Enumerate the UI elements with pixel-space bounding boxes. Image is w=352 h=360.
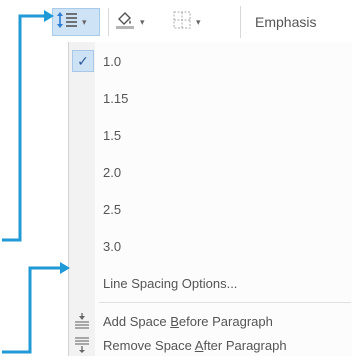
callout-arrow-line-spacing-options [2,262,70,354]
callout-arrow-line-spacing-button [2,10,54,242]
callout-arrows [2,10,70,354]
